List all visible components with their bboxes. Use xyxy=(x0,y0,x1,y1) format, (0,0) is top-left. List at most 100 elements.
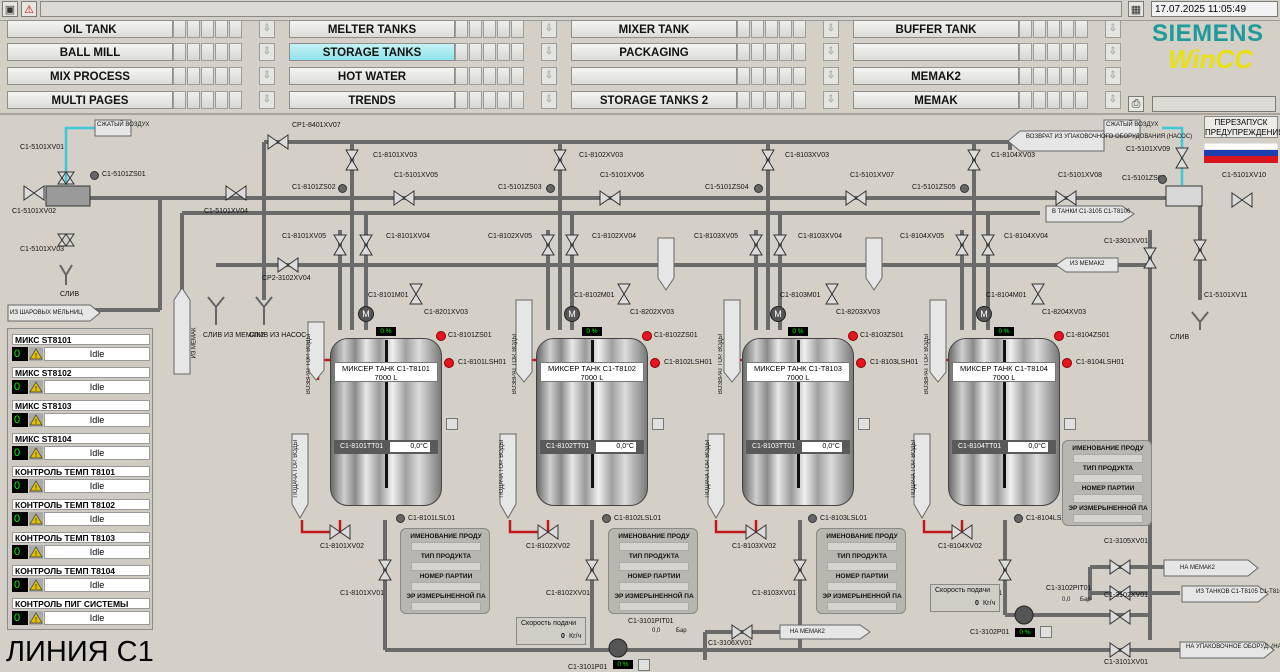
nav-button-segment[interactable] xyxy=(1047,20,1060,38)
batch-number-field[interactable] xyxy=(827,582,897,591)
nav-down-arrow-icon[interactable]: ⇩ xyxy=(1105,91,1121,109)
agitator-motor-icon[interactable]: M xyxy=(358,306,374,322)
nav-button-segment[interactable] xyxy=(483,91,496,109)
nav-button-segment[interactable] xyxy=(765,43,778,61)
product-name-field[interactable] xyxy=(827,542,897,551)
nav-button-segment[interactable] xyxy=(455,91,468,109)
nav-down-arrow-icon[interactable]: ⇩ xyxy=(541,67,557,85)
nav-button-segment[interactable] xyxy=(229,91,242,109)
agitator-motor-icon[interactable]: M xyxy=(976,306,992,322)
nav-down-arrow-icon[interactable]: ⇩ xyxy=(1105,20,1121,38)
nav-button-segment[interactable] xyxy=(1033,43,1046,61)
nav-button-segment[interactable] xyxy=(201,20,214,38)
agitator-motor-icon[interactable]: M xyxy=(770,306,786,322)
nav-button-segment[interactable] xyxy=(779,91,792,109)
nav-button-segment[interactable] xyxy=(1075,91,1088,109)
nav-button-segment[interactable] xyxy=(187,67,200,85)
nav-button-segment[interactable] xyxy=(201,43,214,61)
nav-button-segment[interactable] xyxy=(737,43,750,61)
measured-field[interactable] xyxy=(1073,514,1143,523)
nav-button-segment[interactable] xyxy=(1075,20,1088,38)
product-type-field[interactable] xyxy=(1073,474,1143,483)
nav-button-segment[interactable] xyxy=(751,91,764,109)
nav-button[interactable]: OIL TANK xyxy=(7,20,173,38)
nav-button-segment[interactable] xyxy=(1019,20,1032,38)
batch-number-field[interactable] xyxy=(411,582,481,591)
nav-button-segment[interactable] xyxy=(483,67,496,85)
batch-number-field[interactable] xyxy=(619,582,689,591)
nav-button-segment[interactable] xyxy=(215,43,228,61)
nav-button-segment[interactable] xyxy=(483,20,496,38)
nav-button-segment[interactable] xyxy=(497,67,510,85)
nav-button[interactable]: TRENDS xyxy=(289,91,455,109)
nav-down-arrow-icon[interactable]: ⇩ xyxy=(823,20,839,38)
product-info-panel[interactable]: ИМЕНОВАНИЕ ПРОДУ ТИП ПРОДУКТА НОМЕР ПАРТИИ… xyxy=(400,528,490,614)
measured-field[interactable] xyxy=(619,602,689,611)
nav-down-arrow-icon[interactable]: ⇩ xyxy=(823,67,839,85)
product-type-field[interactable] xyxy=(411,562,481,571)
measured-field[interactable] xyxy=(827,602,897,611)
nav-button-segment[interactable] xyxy=(751,43,764,61)
nav-down-arrow-icon[interactable]: ⇩ xyxy=(823,91,839,109)
home-icon[interactable]: ▣ xyxy=(2,1,18,17)
status-row[interactable]: КОНТРОЛЬ ТЕМП T8104 0! Idle xyxy=(12,565,150,594)
nav-button-segment[interactable] xyxy=(751,67,764,85)
nav-button-segment[interactable] xyxy=(1033,20,1046,38)
status-row[interactable]: МИКС ST8102 0! Idle xyxy=(12,367,150,396)
printer-icon[interactable]: ⎙ xyxy=(1128,96,1144,112)
product-type-field[interactable] xyxy=(827,562,897,571)
nav-button-segment[interactable] xyxy=(779,67,792,85)
calendar-icon[interactable]: ▦ xyxy=(1128,1,1144,17)
nav-button-segment[interactable] xyxy=(737,91,750,109)
nav-button-segment[interactable] xyxy=(737,67,750,85)
nav-button-segment[interactable] xyxy=(793,91,806,109)
nav-down-arrow-icon[interactable]: ⇩ xyxy=(259,91,275,109)
alarm-icon[interactable]: ⚠ xyxy=(21,1,37,17)
nav-button[interactable] xyxy=(853,43,1019,61)
nav-button[interactable] xyxy=(571,67,737,85)
nav-button-segment[interactable] xyxy=(511,91,524,109)
product-type-field[interactable] xyxy=(619,562,689,571)
tank-faceplate-button[interactable] xyxy=(1064,418,1076,430)
nav-button-segment[interactable] xyxy=(1019,43,1032,61)
nav-button-segment[interactable] xyxy=(793,20,806,38)
nav-button-segment[interactable] xyxy=(469,43,482,61)
pump-faceplate-button[interactable] xyxy=(638,659,650,671)
status-row[interactable]: КОНТРОЛЬ ТЕМП T8102 0! Idle xyxy=(12,499,150,528)
nav-button-segment[interactable] xyxy=(793,67,806,85)
nav-button-segment[interactable] xyxy=(173,67,186,85)
nav-button-segment[interactable] xyxy=(1061,43,1074,61)
nav-button[interactable]: MEMAK2 xyxy=(853,67,1019,85)
nav-down-arrow-icon[interactable]: ⇩ xyxy=(1105,43,1121,61)
nav-button[interactable]: MELTER TANKS xyxy=(289,20,455,38)
nav-button-segment[interactable] xyxy=(455,43,468,61)
nav-button-segment[interactable] xyxy=(455,20,468,38)
nav-button-segment[interactable] xyxy=(1047,43,1060,61)
nav-button-segment[interactable] xyxy=(187,43,200,61)
nav-button-segment[interactable] xyxy=(737,20,750,38)
nav-button-segment[interactable] xyxy=(779,20,792,38)
status-row[interactable]: КОНТРОЛЬ ТЕМП T8101 0! Idle xyxy=(12,466,150,495)
nav-button-segment[interactable] xyxy=(1033,91,1046,109)
nav-button-segment[interactable] xyxy=(215,20,228,38)
nav-button-segment[interactable] xyxy=(497,20,510,38)
product-name-field[interactable] xyxy=(411,542,481,551)
nav-button[interactable]: MIXER TANK xyxy=(571,20,737,38)
nav-button-segment[interactable] xyxy=(497,43,510,61)
nav-button-segment[interactable] xyxy=(1033,67,1046,85)
status-row[interactable]: МИКС ST8104 0! Idle xyxy=(12,433,150,462)
tank-faceplate-button[interactable] xyxy=(652,418,664,430)
nav-button[interactable]: STORAGE TANKS 2 xyxy=(571,91,737,109)
product-name-field[interactable] xyxy=(619,542,689,551)
nav-button-segment[interactable] xyxy=(1061,20,1074,38)
product-info-panel[interactable]: ИМЕНОВАНИЕ ПРОДУ ТИП ПРОДУКТА НОМЕР ПАРТИИ… xyxy=(608,528,698,614)
nav-button[interactable]: MIX PROCESS xyxy=(7,67,173,85)
nav-button-segment[interactable] xyxy=(765,67,778,85)
nav-button-segment[interactable] xyxy=(215,91,228,109)
nav-button-segment[interactable] xyxy=(1061,67,1074,85)
nav-button-segment[interactable] xyxy=(1047,67,1060,85)
nav-button-segment[interactable] xyxy=(1047,91,1060,109)
status-row[interactable]: КОНТРОЛЬ ПИГ СИСТЕМЫ 0! Idle xyxy=(12,598,150,627)
batch-number-field[interactable] xyxy=(1073,494,1143,503)
nav-button-segment[interactable] xyxy=(229,67,242,85)
